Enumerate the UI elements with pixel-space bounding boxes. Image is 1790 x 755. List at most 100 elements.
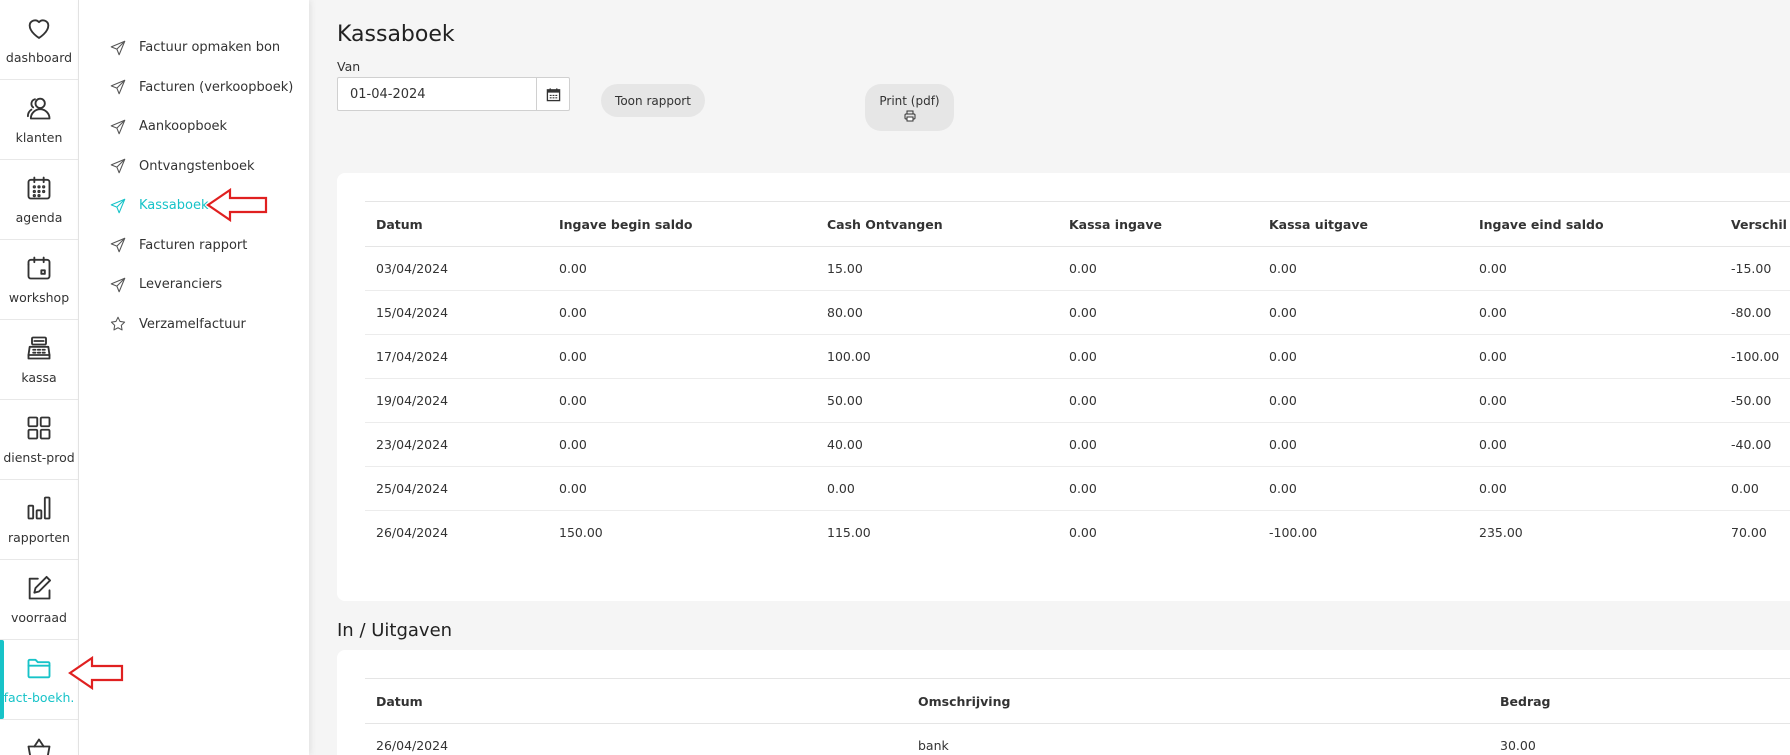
kassa-card: Datum Ingave begin saldo Cash Ontvangen … — [337, 173, 1790, 601]
table-cell: 0.00 — [548, 378, 816, 423]
table-row: 19/04/2024 0.00 50.00 0.00 0.00 0.00 -50… — [365, 378, 1790, 423]
table-cell: 25/04/2024 — [365, 466, 548, 511]
column-header: Kassa uitgave — [1258, 201, 1468, 247]
calendar-button[interactable] — [536, 78, 569, 110]
rail-item-workshop[interactable]: workshop — [0, 240, 78, 320]
table-row: 15/04/2024 0.00 80.00 0.00 0.00 0.00 -80… — [365, 290, 1790, 335]
submenu-item-facturen-rapport[interactable]: Facturen rapport — [79, 226, 309, 266]
table-cell: 0.00 — [1058, 290, 1258, 335]
rail-item-agenda[interactable]: agenda — [0, 160, 78, 240]
table-cell: 03/04/2024 — [365, 246, 548, 291]
rail-label: dienst-prod — [3, 450, 75, 465]
table-cell: 0.00 — [548, 290, 816, 335]
table-cell: 40.00 — [816, 422, 1058, 467]
rail-label: klanten — [15, 130, 63, 145]
print-pdf-button[interactable]: Print (pdf) — [865, 84, 954, 131]
table-cell: -15.00 — [1720, 246, 1790, 291]
annotation-arrow-icon — [206, 188, 268, 222]
edit-icon — [28, 575, 52, 600]
rail-label: workshop — [8, 290, 70, 305]
rail-item-dashboard[interactable]: dashboard — [0, 0, 78, 80]
send-icon — [110, 40, 126, 56]
users-icon — [26, 97, 51, 120]
send-icon — [110, 158, 126, 174]
table-cell: -100.00 — [1269, 525, 1318, 541]
table-cell: 0.00 — [1468, 334, 1720, 379]
column-header: Omschrijving — [907, 678, 1489, 724]
submenu-label: Verzamelfactuur — [139, 316, 246, 332]
folder-icon — [27, 658, 51, 679]
submenu-item-factuur-opmaken-bon[interactable]: Factuur opmaken bon — [79, 28, 309, 68]
column-header: Kassa ingave — [1058, 201, 1258, 247]
table-cell: 0.00 — [1058, 334, 1258, 379]
rail-item-klanten[interactable]: klanten — [0, 80, 78, 160]
table-cell: 100.00 — [816, 334, 1058, 379]
table-cell: 0.00 — [1058, 466, 1258, 511]
table-cell: 0.00 — [816, 466, 1058, 511]
kassa-table: Datum Ingave begin saldo Cash Ontvangen … — [365, 201, 1790, 555]
submenu-item-kassaboek[interactable]: Kassaboek — [79, 186, 309, 226]
heart-icon — [28, 19, 50, 39]
rail-label: dashboard — [5, 50, 73, 65]
table-cell: 0.00 — [1468, 290, 1720, 335]
van-label: Van — [337, 59, 361, 74]
table-cell: -80.00 — [1720, 290, 1790, 335]
column-header: Bedrag — [1489, 678, 1790, 724]
rail-item-dienst-prod[interactable]: dienst-prod — [0, 400, 78, 480]
table-row: 23/04/2024 0.00 40.00 0.00 0.00 0.00 -40… — [365, 422, 1790, 467]
toon-rapport-button[interactable]: Toon rapport — [601, 84, 705, 117]
table-cell: 0.00 — [548, 422, 816, 467]
rail-item-kassa[interactable]: kassa — [0, 320, 78, 400]
grid-icon — [27, 416, 51, 440]
submenu-item-facturen-verkoopboek[interactable]: Facturen (verkoopboek) — [79, 68, 309, 108]
table-row: 26/04/2024 bank 30.00 — [365, 723, 1790, 755]
submenu-item-ontvangstenboek[interactable]: Ontvangstenboek — [79, 147, 309, 187]
rail-item-fact-boekh[interactable]: fact-boekh. — [0, 640, 78, 720]
table-cell: 0.00 — [1468, 378, 1720, 423]
table-row: 26/04/2024 150.00 115.00 0.00 -100.00 23… — [365, 511, 1790, 555]
table-cell: 70.00 — [1731, 525, 1767, 541]
annotation-arrow-icon — [68, 656, 124, 690]
table-cell: 19/04/2024 — [365, 378, 548, 423]
cash-register-icon — [27, 336, 51, 360]
rail-item-voorraad[interactable]: voorraad — [0, 560, 78, 640]
table-cell: 0.00 — [1058, 246, 1258, 291]
table-cell: 0.00 — [1258, 466, 1468, 511]
rail-label: kassa — [21, 370, 57, 385]
rail-item-rapporten[interactable]: rapporten — [0, 480, 78, 560]
column-header: Cash Ontvangen — [816, 201, 1058, 247]
date-input[interactable] — [338, 78, 536, 110]
submenu-item-leveranciers[interactable]: Leveranciers — [79, 265, 309, 305]
submenu-label: Facturen rapport — [139, 237, 248, 253]
rail-label: agenda — [15, 210, 63, 225]
table-cell: 0.00 — [1468, 466, 1720, 511]
column-header: Verschil — [1720, 201, 1790, 247]
table-cell: 0.00 — [1468, 422, 1720, 467]
table-cell: 150.00 — [559, 525, 603, 541]
calendar-grid-icon — [27, 176, 51, 200]
table-cell: 0.00 — [548, 466, 816, 511]
table-cell: 15.00 — [816, 246, 1058, 291]
calendar-icon — [546, 87, 560, 101]
table-header-row: Datum Omschrijving Bedrag — [365, 678, 1790, 724]
submenu: Factuur opmaken bon Facturen (verkoopboe… — [79, 0, 309, 755]
date-picker — [337, 77, 570, 111]
table-cell: bank — [907, 723, 1489, 755]
table-cell: -40.00 — [1720, 422, 1790, 467]
table-cell: 30.00 — [1489, 723, 1790, 755]
rail-label: fact-boekh. — [3, 690, 75, 705]
submenu-item-aankoopboek[interactable]: Aankoopboek — [79, 107, 309, 147]
send-icon — [110, 119, 126, 135]
print-label: Print (pdf) — [879, 93, 940, 108]
section-title-in-uitgaven: In / Uitgaven — [337, 620, 453, 641]
table-cell: 0.00 — [1258, 334, 1468, 379]
table-cell: 0.00 — [1258, 290, 1468, 335]
in-uitgaven-card: Datum Omschrijving Bedrag 26/04/2024 ban… — [337, 650, 1790, 755]
send-icon — [110, 277, 126, 293]
icon-rail: dashboard klanten agenda workshop kassa … — [0, 0, 79, 755]
column-header: Ingave begin saldo — [548, 201, 816, 247]
table-cell: 0.00 — [1468, 246, 1720, 291]
rail-item-webshop[interactable] — [0, 720, 78, 755]
submenu-item-verzamelfactuur[interactable]: Verzamelfactuur — [79, 305, 309, 345]
table-row: 25/04/2024 0.00 0.00 0.00 0.00 0.00 0.00 — [365, 466, 1790, 511]
